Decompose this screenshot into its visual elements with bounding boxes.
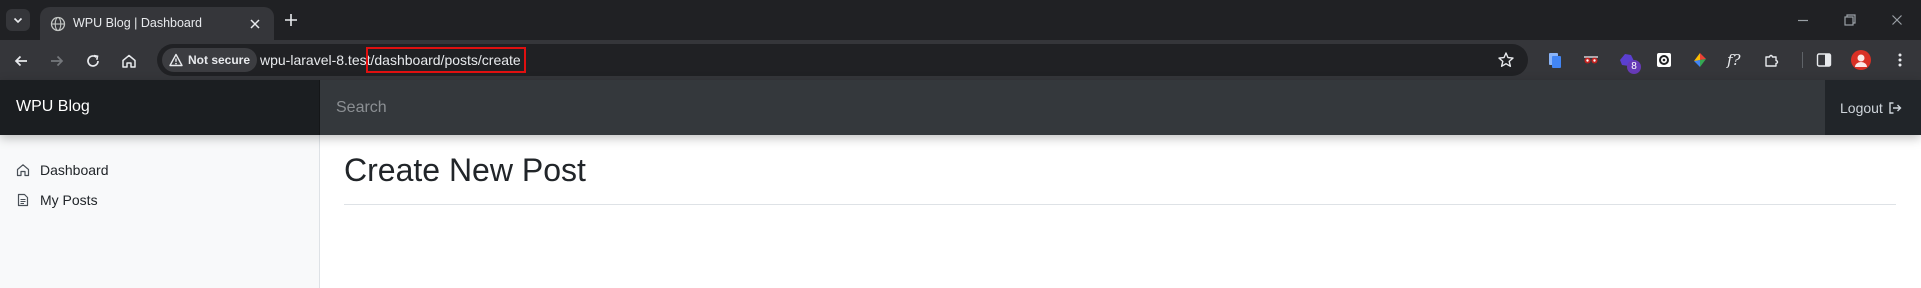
sidebar-item-dashboard[interactable]: Dashboard: [0, 153, 319, 187]
reload-icon[interactable]: [84, 52, 102, 70]
security-label: Not secure: [188, 53, 251, 67]
security-chip[interactable]: Not secure: [162, 48, 257, 72]
extension-badge: 8: [1627, 60, 1641, 74]
logout-icon: [1889, 101, 1902, 114]
new-tab-plus-icon[interactable]: [283, 12, 299, 28]
document-extension-icon[interactable]: [1546, 51, 1564, 69]
browser-toolbar: Not secure wpu-laravel-8.test/dashboard/…: [0, 40, 1921, 80]
file-text-icon: [17, 193, 29, 207]
url-path-highlighted: /dashboard/posts/create: [365, 47, 526, 73]
globe-icon: [50, 16, 66, 32]
sidebar-item-my-posts[interactable]: My Posts: [0, 183, 319, 217]
url-text[interactable]: wpu-laravel-8.test/dashboard/posts/creat…: [260, 47, 526, 73]
title-divider: [344, 204, 1896, 205]
close-icon[interactable]: [247, 16, 263, 32]
logout-label: Logout: [1840, 99, 1883, 116]
bookmark-star-icon[interactable]: [1497, 51, 1515, 69]
side-panel-icon[interactable]: [1815, 51, 1833, 69]
chevron-down-icon: [13, 17, 23, 24]
profile-avatar-icon[interactable]: [1851, 50, 1871, 70]
page-title: Create New Post: [344, 152, 586, 188]
home-icon: [16, 164, 30, 177]
url-host: wpu-laravel-8.test: [260, 52, 371, 68]
fx-extension-icon[interactable]: f?: [1727, 51, 1745, 69]
forward-arrow-icon[interactable]: [48, 52, 66, 70]
gear-box-extension-icon[interactable]: [1655, 51, 1673, 69]
address-bar[interactable]: Not secure wpu-laravel-8.test/dashboard/…: [157, 44, 1528, 76]
active-tab[interactable]: WPU Blog | Dashboard: [40, 7, 274, 40]
sidebar-item-label: Dashboard: [40, 162, 109, 178]
brand-link[interactable]: WPU Blog: [0, 80, 320, 135]
minimize-icon[interactable]: [1795, 12, 1811, 28]
browser-tab-strip: WPU Blog | Dashboard: [0, 0, 1921, 40]
main-content: Create New Post: [320, 135, 1921, 288]
sidebar-item-label: My Posts: [40, 192, 98, 208]
puzzle-extensions-icon[interactable]: [1763, 51, 1781, 69]
brand-label: WPU Blog: [16, 98, 90, 115]
restore-icon[interactable]: [1842, 12, 1858, 28]
warning-triangle-icon: [169, 53, 183, 67]
back-arrow-icon[interactable]: [12, 52, 30, 70]
color-wheel-extension-icon[interactable]: [1691, 51, 1709, 69]
app-navbar: WPU Blog Logout: [0, 80, 1921, 135]
window-close-icon[interactable]: [1889, 12, 1905, 28]
home-browser-icon[interactable]: [120, 52, 138, 70]
more-vertical-icon[interactable]: [1891, 51, 1909, 69]
logout-button[interactable]: Logout: [1825, 80, 1921, 135]
sidebar: Dashboard My Posts: [0, 135, 320, 288]
tab-search-button[interactable]: [6, 9, 30, 31]
toolbar-divider: [1802, 52, 1803, 68]
glasses-extension-icon[interactable]: [1582, 51, 1600, 69]
tab-title: WPU Blog | Dashboard: [73, 16, 202, 30]
search-input[interactable]: [320, 80, 1825, 135]
